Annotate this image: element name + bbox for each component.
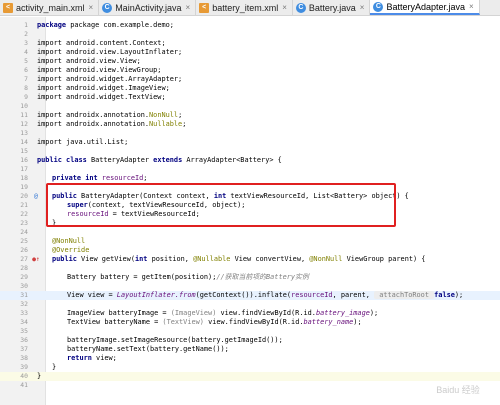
code-line: 28 xyxy=(20,264,28,272)
code-line: 13 xyxy=(20,129,28,137)
code-line: 3 import android.content.Context; xyxy=(24,39,166,47)
code-line: 35 xyxy=(20,327,28,335)
tab-battery-java[interactable]: C Battery.java × xyxy=(293,0,371,15)
xml-file-icon: < xyxy=(3,2,13,13)
code-line: 24 xyxy=(20,228,28,236)
close-icon[interactable]: × xyxy=(469,2,474,11)
code-line: 37 batteryName.setText(battery.getName())… xyxy=(20,345,229,353)
code-line: 9 import android.widget.TextView; xyxy=(24,93,166,101)
code-line: 34 TextView batteryName = (TextView) view… xyxy=(20,318,362,326)
code-line: 20 @ public BatteryAdapter(Context context… xyxy=(20,192,409,201)
code-line: 16 public class BatteryAdapter extends Ar… xyxy=(20,156,282,164)
code-line: 21 super(context, textViewResourceId, obj… xyxy=(20,201,246,209)
code-line: 6 import android.view.ViewGroup; xyxy=(24,66,162,74)
close-icon[interactable]: × xyxy=(282,3,287,12)
watermark: Baidu 经验 xyxy=(436,384,480,395)
tab-label: BatteryAdapter.java xyxy=(386,1,466,12)
tab-label: Battery.java xyxy=(308,2,356,13)
tab-battery-item-xml[interactable]: < battery_item.xml × xyxy=(196,0,293,15)
code-line: 36 batteryImage.setImageResource(battery.… xyxy=(20,336,283,344)
code-line: 2 xyxy=(24,30,28,38)
java-class-icon: C xyxy=(295,2,306,13)
code-editor[interactable]: 1 package package com.example.demo; 2 3 im… xyxy=(0,17,500,405)
code-line: 38 return view; xyxy=(20,354,117,362)
code-line: 18 private int resourceId; xyxy=(20,174,148,182)
code-line: 25 @NonNull xyxy=(20,237,86,245)
java-class-icon: C xyxy=(373,1,384,12)
editor-tab-bar: < activity_main.xml × C MainActivity.jav… xyxy=(0,0,500,16)
code-line: 4 import android.view.LayoutInflater; xyxy=(24,48,183,56)
code-line: 33 ImageView batteryImage = (ImageView) v… xyxy=(20,309,379,317)
code-line: 11 import androidx.annotation.NonNull; xyxy=(20,111,183,119)
override-method-icon[interactable]: ●↑ xyxy=(29,255,43,264)
tab-label: activity_main.xml xyxy=(16,2,85,13)
parameter-hint: attachToRoot xyxy=(374,291,435,299)
code-line: 23} xyxy=(20,219,57,227)
code-line: 10 xyxy=(20,102,28,110)
tab-activity-main-xml[interactable]: < activity_main.xml × xyxy=(0,0,100,15)
code-line: 32 xyxy=(20,300,28,308)
java-class-icon: C xyxy=(102,2,113,13)
code-line: 8 import android.widget.ImageView; xyxy=(24,84,170,92)
tab-label: MainActivity.java xyxy=(115,2,182,13)
code-line: 22 resourceId = textViewResourceId; xyxy=(20,210,200,218)
code-line: 27 ●↑ public View getView(int position, @N… xyxy=(20,255,426,264)
code-line: 30 xyxy=(20,282,28,290)
code-line: 19 xyxy=(20,183,28,191)
code-line: 1 package package com.example.demo; xyxy=(24,21,174,29)
code-line: 12 import androidx.annotation.Nullable; xyxy=(20,120,187,128)
tab-main-activity-java[interactable]: C MainActivity.java × xyxy=(99,0,197,15)
code-line: 26 @Override xyxy=(20,246,90,254)
code-line: 39} xyxy=(20,363,57,371)
close-icon[interactable]: × xyxy=(360,3,365,12)
code-line: 17 xyxy=(20,165,28,173)
tab-label: battery_item.xml xyxy=(212,2,279,13)
code-line: 29 Battery battery = getItem(position);//… xyxy=(20,273,309,281)
close-icon[interactable]: × xyxy=(186,3,191,12)
tab-battery-adapter-java[interactable]: C BatteryAdapter.java × xyxy=(370,0,480,15)
xml-file-icon: < xyxy=(199,2,210,13)
code-line: 7 import android.widget.ArrayAdapter; xyxy=(24,75,183,83)
code-line: 15 xyxy=(20,147,28,155)
override-marker-icon[interactable]: @ xyxy=(29,192,43,201)
code-line: 5 import android.view.View; xyxy=(24,57,141,65)
code-line: 31 View view = LayoutInflater.from(getCon… xyxy=(0,291,500,300)
code-line: 14 import java.util.List; xyxy=(20,138,129,146)
close-icon[interactable]: × xyxy=(89,3,94,12)
